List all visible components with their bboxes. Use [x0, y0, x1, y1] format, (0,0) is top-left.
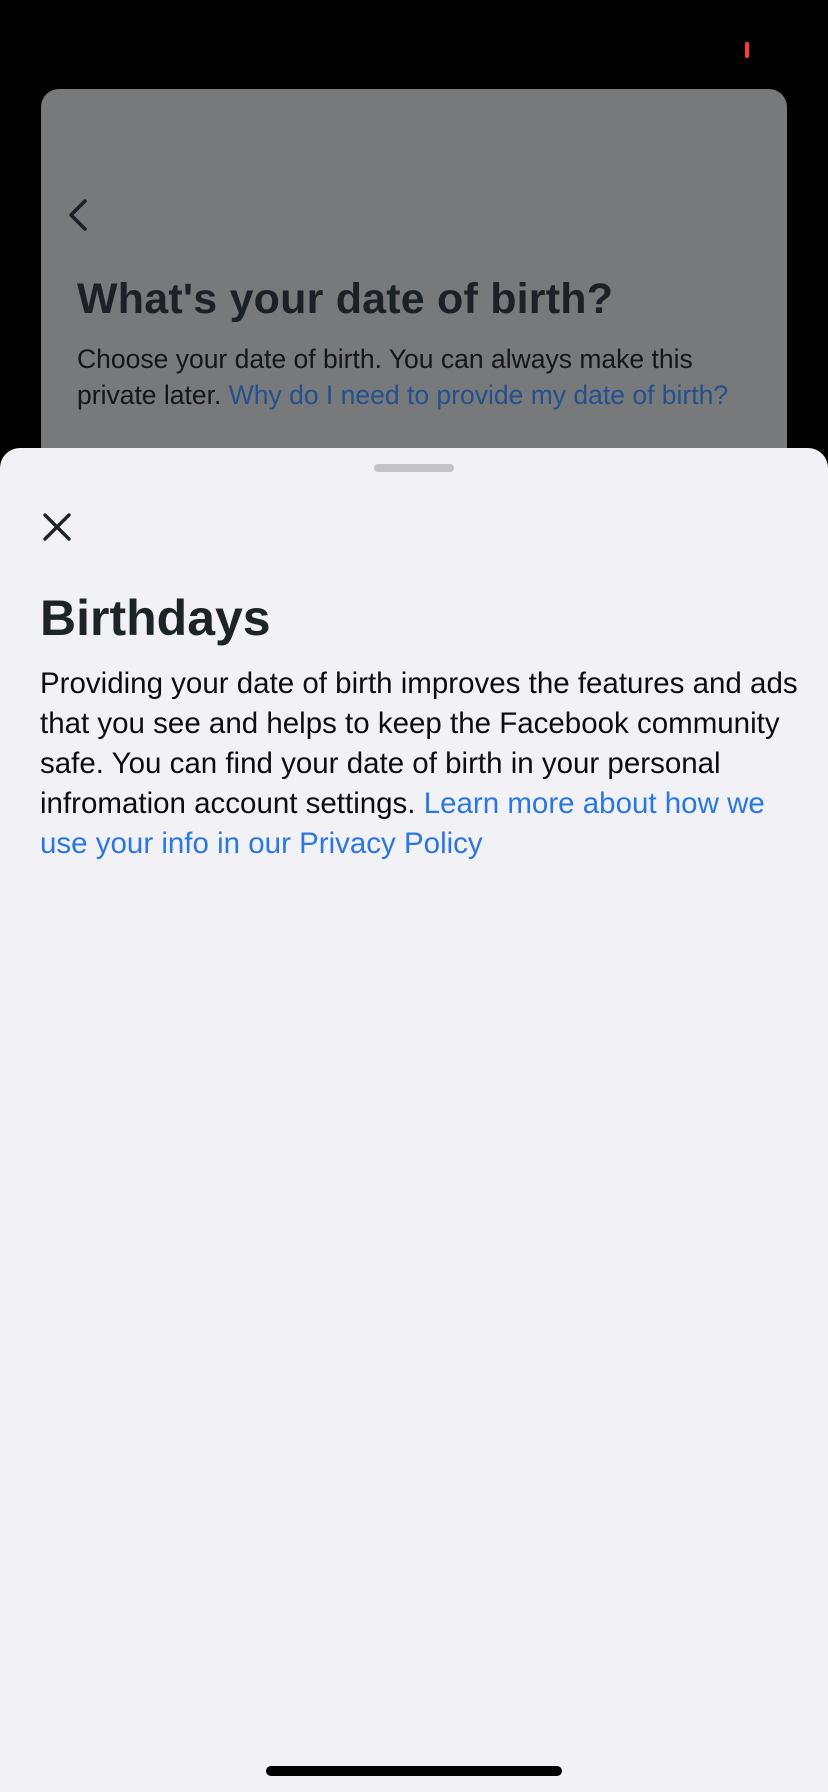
sheet-body: Providing your date of birth improves th…	[40, 664, 800, 864]
background-description: Choose your date of birth. You can alway…	[77, 341, 757, 413]
sheet-title: Birthdays	[40, 590, 271, 646]
close-icon[interactable]	[40, 510, 74, 544]
home-indicator[interactable]	[266, 1766, 562, 1776]
recording-indicator	[745, 42, 749, 58]
background-title: What's your date of birth?	[77, 275, 614, 323]
screen: What's your date of birth? Choose your d…	[0, 0, 828, 1792]
birthdays-bottom-sheet: Birthdays Providing your date of birth i…	[0, 448, 828, 1792]
sheet-grabber[interactable]	[374, 464, 454, 472]
why-dob-link[interactable]: Why do I need to provide my date of birt…	[229, 380, 728, 410]
chevron-left-icon[interactable]	[63, 195, 93, 235]
